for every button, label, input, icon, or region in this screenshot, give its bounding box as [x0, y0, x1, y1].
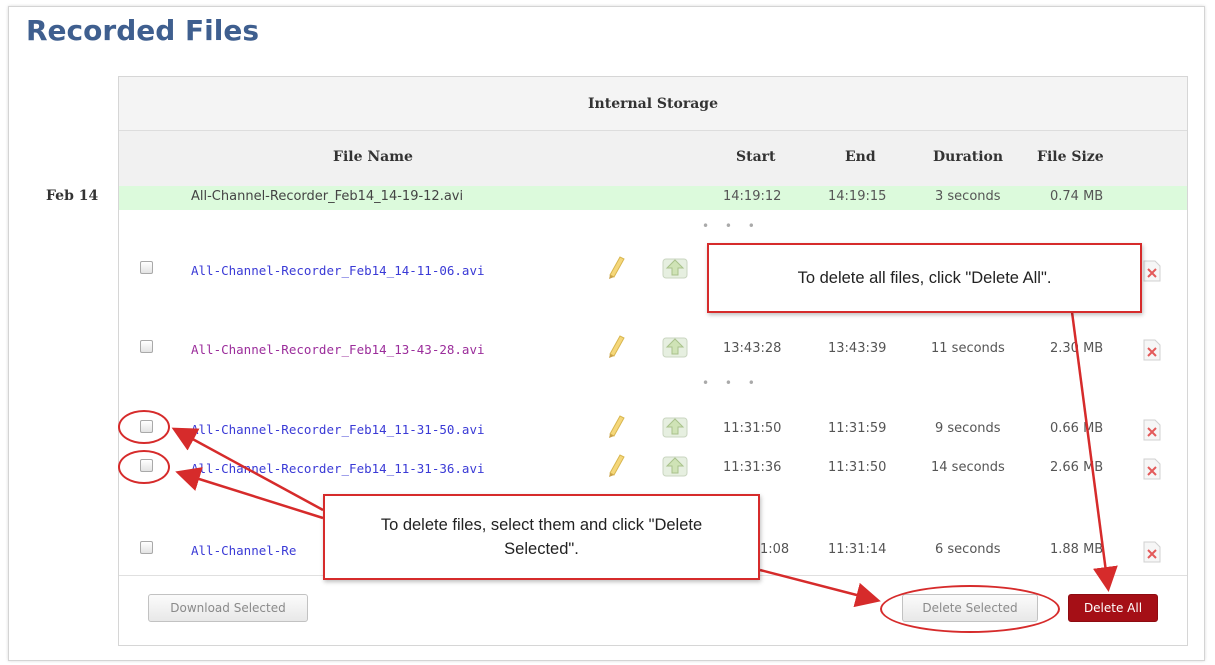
delete-all-callout: To delete all files, click "Delete All". — [707, 243, 1142, 313]
delete-selected-callout: To delete files, select them and click "… — [323, 494, 760, 580]
delete-selected-callout-line-2: Selected". — [504, 540, 579, 558]
arrow-to-checkbox-1 — [171, 427, 324, 512]
arrow-to-delete-selected — [759, 568, 881, 608]
delete-all-callout-text: To delete all files, click "Delete All". — [797, 269, 1052, 287]
arrow-to-checkbox-2 — [175, 467, 324, 520]
arrow-to-delete-all — [1070, 311, 1118, 592]
delete-selected-callout-line-1: To delete files, select them and click "… — [380, 516, 703, 534]
